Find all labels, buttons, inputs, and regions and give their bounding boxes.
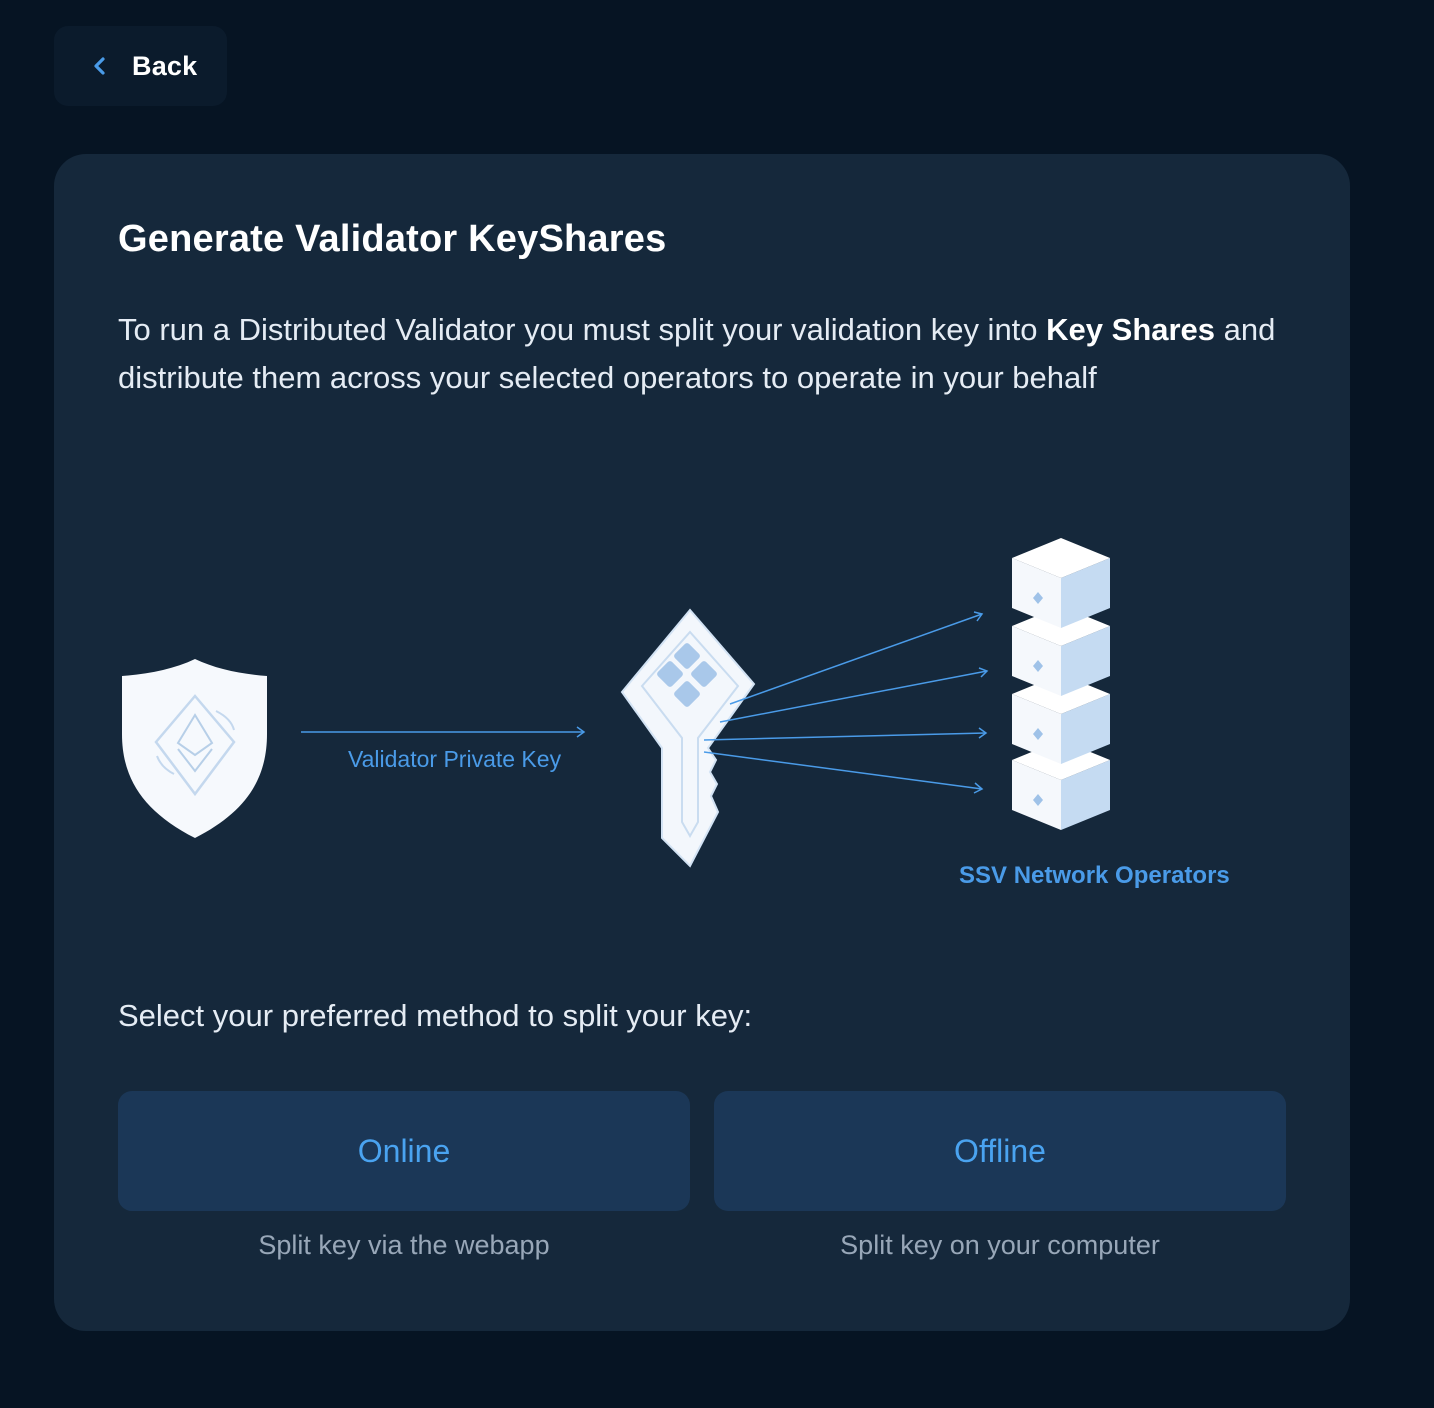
keyshares-card: Generate Validator KeyShares To run a Di… [54, 154, 1350, 1331]
chevron-left-icon [94, 57, 105, 75]
online-method-caption: Split key via the webapp [258, 1230, 550, 1260]
page-description: To run a Distributed Validator you must … [118, 306, 1288, 402]
operator-cube-icon [1012, 538, 1110, 628]
share-arrows [703, 611, 989, 794]
description-text-1: To run a Distributed Validator you must … [118, 312, 1047, 347]
key-icon [620, 608, 756, 868]
description-bold: Key Shares [1046, 312, 1216, 347]
select-method-prompt: Select your preferred method to split yo… [118, 998, 753, 1033]
page-title: Generate Validator KeyShares [118, 218, 667, 260]
validator-shield-icon [122, 659, 267, 838]
back-button[interactable]: Back [54, 26, 227, 106]
online-method-button[interactable]: Online [118, 1091, 690, 1211]
offline-method-button[interactable]: Offline [714, 1091, 1286, 1211]
operator-nodes [1012, 538, 1110, 830]
private-key-label: Validator Private Key [348, 746, 562, 772]
private-key-arrow [301, 726, 586, 738]
operators-label: SSV Network Operators [959, 862, 1230, 889]
back-button-label: Back [132, 50, 198, 81]
offline-method-caption: Split key on your computer [840, 1230, 1160, 1260]
